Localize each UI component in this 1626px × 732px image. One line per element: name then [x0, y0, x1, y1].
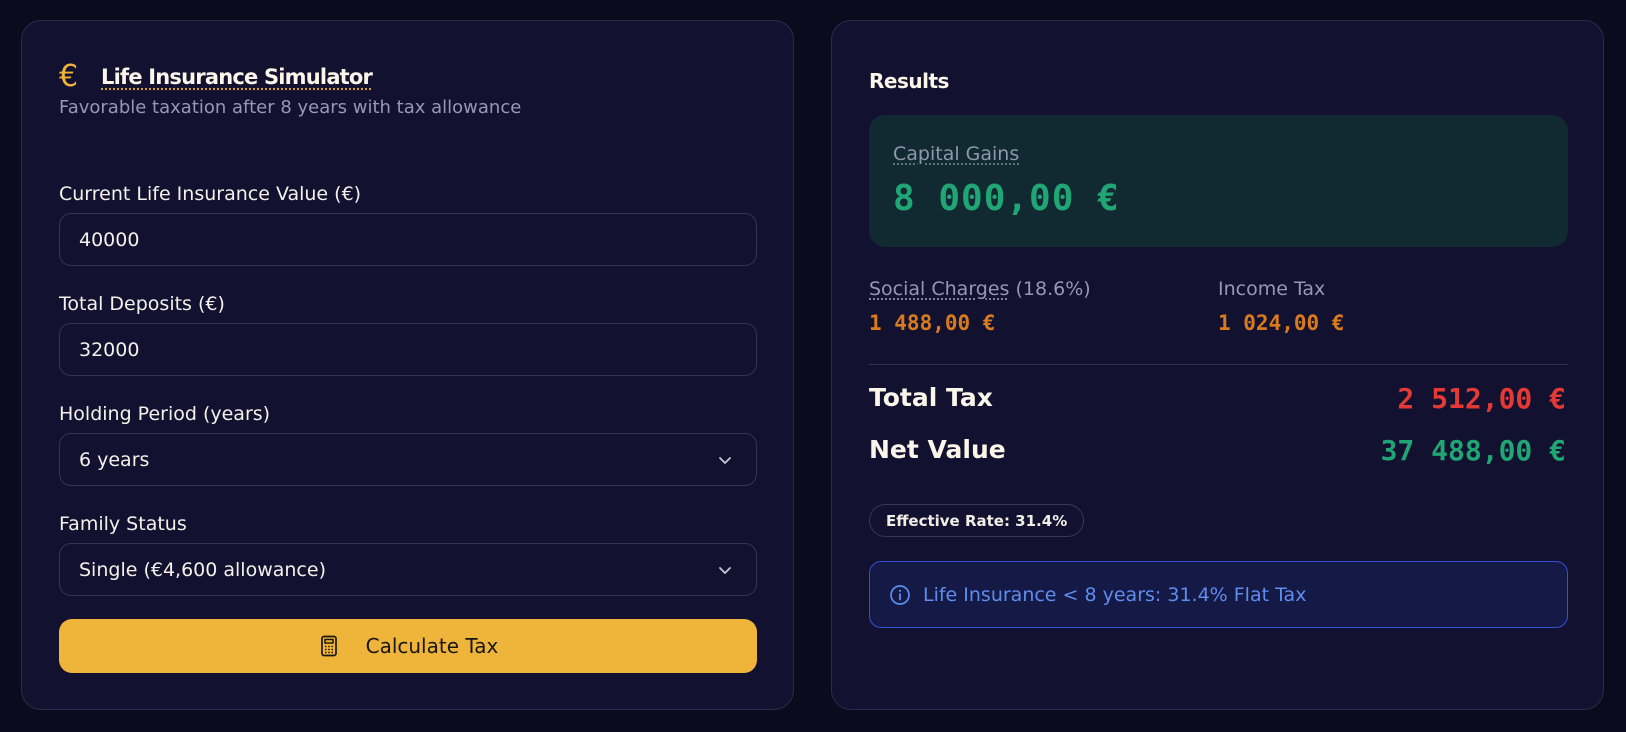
total-tax-label: Total Tax [869, 383, 993, 412]
calculator-icon [320, 635, 337, 657]
family-status-label: Family Status [59, 513, 187, 535]
total-deposits-text: 32000 [79, 338, 140, 361]
chevron-down-icon [719, 456, 731, 464]
holding-period-select[interactable]: 6 years [59, 433, 757, 486]
calculate-tax-button[interactable]: Calculate Tax [59, 619, 757, 673]
info-icon [890, 584, 910, 605]
current-value-text: 40000 [79, 228, 140, 251]
total-tax-value: 2 512,00 € [1397, 382, 1566, 415]
family-status-select[interactable]: Single (€4,600 allowance) [59, 543, 757, 596]
current-value-label: Current Life Insurance Value (€) [59, 183, 362, 205]
simulator-header: € Life Insurance Simulator [59, 57, 373, 97]
holding-period-value: 6 years [79, 448, 150, 471]
income-tax-label: Income Tax [1218, 278, 1326, 300]
page-subtitle: Favorable taxation after 8 years with ta… [59, 97, 522, 118]
capital-gains-label: Capital Gains [893, 143, 1020, 165]
social-charges-name: Social Charges [869, 278, 1010, 300]
total-deposits-label: Total Deposits (€) [59, 293, 225, 315]
simulator-panel: € Life Insurance Simulator Favorable tax… [21, 20, 794, 710]
chevron-down-icon [719, 566, 731, 574]
net-value-value: 37 488,00 € [1380, 434, 1566, 467]
social-charges-label: Social Charges (18.6%) [869, 278, 1091, 300]
net-value-label: Net Value [869, 435, 1006, 464]
social-charges-value: 1 488,00 € [869, 311, 996, 335]
results-panel: Results Capital Gains 8 000,00 € Social … [831, 20, 1604, 710]
effective-rate-badge: Effective Rate: 31.4% [869, 504, 1085, 537]
results-divider [869, 364, 1568, 365]
current-value-input[interactable]: 40000 [59, 213, 757, 266]
results-title: Results [869, 69, 949, 93]
social-charges-rate: (18.6%) [1015, 278, 1091, 300]
capital-gains-card: Capital Gains 8 000,00 € [869, 115, 1568, 247]
family-status-value: Single (€4,600 allowance) [79, 558, 326, 581]
holding-period-label: Holding Period (years) [59, 403, 271, 425]
total-deposits-input[interactable]: 32000 [59, 323, 757, 376]
calculate-tax-label: Calculate Tax [365, 634, 499, 658]
page-title: Life Insurance Simulator [101, 65, 373, 89]
euro-icon: € [59, 59, 79, 94]
info-note: Life Insurance < 8 years: 31.4% Flat Tax [869, 561, 1568, 628]
income-tax-value: 1 024,00 € [1218, 311, 1345, 335]
info-note-text: Life Insurance < 8 years: 31.4% Flat Tax [923, 583, 1307, 606]
capital-gains-value: 8 000,00 € [893, 178, 1120, 219]
